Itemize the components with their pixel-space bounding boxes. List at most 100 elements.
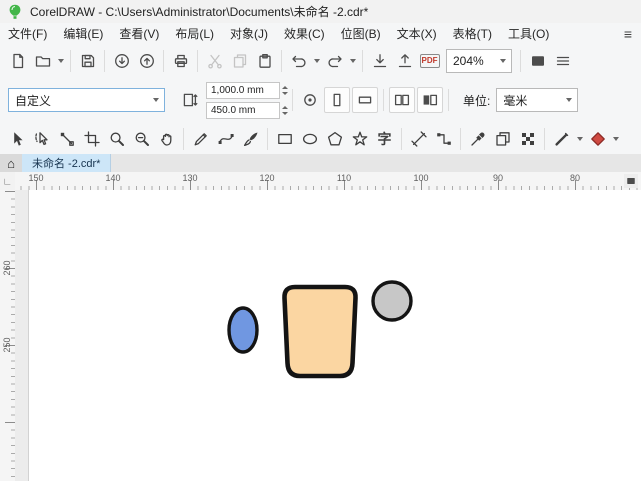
chevron-down-icon <box>57 58 64 63</box>
export-button[interactable] <box>392 48 417 73</box>
ruler-origin-corner[interactable] <box>0 172 16 191</box>
undo-button[interactable] <box>286 48 311 73</box>
dimension-tool[interactable] <box>406 126 431 152</box>
menu-tools[interactable]: 工具(O) <box>500 23 557 45</box>
fullscreen-preview-button[interactable] <box>525 48 550 73</box>
window-title: CorelDRAW - C:\Users\Administrator\Docum… <box>30 5 369 19</box>
transparency-tool[interactable] <box>515 126 540 152</box>
shape-tool[interactable] <box>54 126 79 152</box>
spinner-down-icon <box>282 111 288 115</box>
menu-file[interactable]: 文件(F) <box>0 23 55 45</box>
view-options-button[interactable] <box>550 48 575 73</box>
ellipse-tool[interactable] <box>297 126 322 152</box>
chevron-down-icon <box>500 58 506 63</box>
crop-tool-icon <box>84 131 100 147</box>
open-button[interactable] <box>30 48 55 73</box>
pick-tool[interactable] <box>4 126 29 152</box>
menu-effects[interactable]: 效果(C) <box>276 23 333 45</box>
menu-overflow-icon[interactable]: ≡ <box>624 26 632 42</box>
fill-tool[interactable] <box>490 126 515 152</box>
import-button[interactable] <box>367 48 392 73</box>
pan-tool[interactable] <box>154 126 179 152</box>
menu-layout[interactable]: 布局(L) <box>167 23 222 45</box>
outline-pen-tool[interactable] <box>549 126 574 152</box>
units-combobox[interactable]: 毫米 <box>496 88 579 112</box>
publish-pdf-button[interactable]: PDF <box>417 48 442 73</box>
propbar-separator <box>292 89 293 111</box>
new-document-button[interactable] <box>5 48 30 73</box>
welcome-home-button[interactable]: ⌂ <box>0 154 22 172</box>
page-width-input[interactable]: 1,000.0 mm <box>206 81 280 99</box>
fill-diamond-icon <box>590 131 606 147</box>
zoom-dropdown[interactable] <box>495 50 511 72</box>
menu-bitmaps[interactable]: 位图(B) <box>333 23 389 45</box>
rectangle-tool[interactable] <box>272 126 297 152</box>
redo-button[interactable] <box>322 48 347 73</box>
propbar-separator <box>448 89 449 111</box>
document-tab-active[interactable]: 未命名 -2.cdr* <box>22 154 112 172</box>
export-icon <box>397 53 413 69</box>
shape-gray-circle[interactable] <box>371 280 413 322</box>
common-shapes-tool[interactable] <box>347 126 372 152</box>
cut-button[interactable] <box>202 48 227 73</box>
canvas-shapes-layer <box>227 280 413 379</box>
page-preset-dropdown[interactable] <box>148 89 164 111</box>
bezier-tool[interactable] <box>213 126 238 152</box>
crop-tool[interactable] <box>79 126 104 152</box>
page-preset-combobox[interactable]: 自定义 <box>8 88 165 112</box>
menu-view[interactable]: 查看(V) <box>111 23 167 45</box>
outline-pen-dropdown[interactable] <box>574 127 585 152</box>
zoom-level-value: 204% <box>453 53 484 68</box>
toolbox-separator <box>544 128 545 150</box>
menu-object[interactable]: 对象(J) <box>222 23 276 45</box>
zoom-out-icon <box>134 131 150 147</box>
menu-edit[interactable]: 编辑(E) <box>55 23 111 45</box>
canvas-view-toggle-button[interactable] <box>624 174 638 188</box>
text-tool[interactable]: 字 <box>372 126 397 152</box>
shape-orange-rounded-rectangle[interactable] <box>282 284 358 379</box>
options-icon <box>302 92 318 108</box>
units-dropdown[interactable] <box>561 89 577 111</box>
cloud-open-button[interactable] <box>109 48 134 73</box>
open-dropdown[interactable] <box>55 48 66 73</box>
portrait-orientation-button[interactable] <box>324 87 350 113</box>
connector-tool[interactable] <box>431 126 456 152</box>
connector-icon <box>436 131 452 147</box>
save-button[interactable] <box>75 48 100 73</box>
cloud-save-button[interactable] <box>134 48 159 73</box>
page-height-input[interactable]: 450.0 mm <box>206 101 280 119</box>
all-pages-button[interactable] <box>389 87 415 113</box>
eyedropper-icon <box>470 131 486 147</box>
pick-tool-icon <box>9 131 25 147</box>
page-width-stepper[interactable] <box>282 85 288 95</box>
toolbar-separator <box>281 49 282 72</box>
toolbox-separator <box>460 128 461 150</box>
eyedropper-tool[interactable] <box>465 126 490 152</box>
freehand-tool[interactable] <box>188 126 213 152</box>
chevron-down-icon <box>566 98 573 102</box>
current-page-button[interactable] <box>417 87 443 113</box>
copy-button[interactable] <box>227 48 252 73</box>
property-options-button[interactable] <box>298 88 322 112</box>
toolbox-separator <box>183 128 184 150</box>
print-button[interactable] <box>168 48 193 73</box>
chevron-down-icon <box>612 137 619 141</box>
shape-blue-ellipse[interactable] <box>227 306 259 354</box>
interactive-fill-tool[interactable] <box>585 126 610 152</box>
paste-button[interactable] <box>252 48 277 73</box>
polygon-tool[interactable] <box>322 126 347 152</box>
menu-table[interactable]: 表格(T) <box>445 23 500 45</box>
zoom-out-tool[interactable] <box>129 126 154 152</box>
menu-text[interactable]: 文本(X) <box>389 23 445 45</box>
page-height-stepper[interactable] <box>282 105 288 115</box>
zoom-tool[interactable] <box>104 126 129 152</box>
toolbox-separator <box>401 128 402 150</box>
freehand-pick-tool[interactable] <box>29 126 54 152</box>
redo-dropdown[interactable] <box>347 48 358 73</box>
horizontal-ruler[interactable]: 150 140 130 120 110 100 90 80 <box>15 172 641 191</box>
artistic-media-tool[interactable] <box>238 126 263 152</box>
interactive-fill-dropdown[interactable] <box>610 127 621 152</box>
zoom-level-combobox[interactable]: 204% <box>446 48 512 73</box>
landscape-orientation-button[interactable] <box>352 87 378 113</box>
undo-dropdown[interactable] <box>311 48 322 73</box>
